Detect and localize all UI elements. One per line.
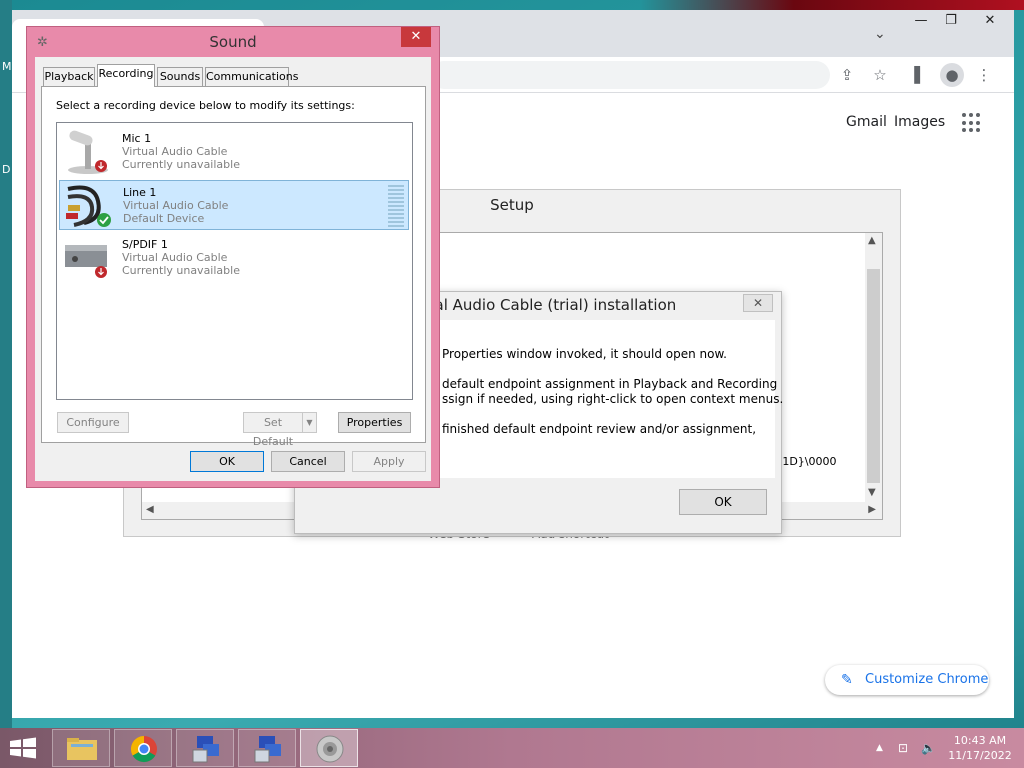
desktop-icon-label-d[interactable]: D [2, 163, 10, 176]
device-name: Line 1 [123, 186, 157, 199]
show-hidden-icons-icon[interactable]: ▲ [876, 743, 883, 753]
desktop-edge: M D [0, 0, 12, 728]
taskbar-setup-2[interactable] [238, 729, 296, 767]
taskbar: ▲ ⊡ 🔈 10:43 AM 11/17/2022 [0, 728, 1024, 768]
device-name: Mic 1 [122, 132, 152, 145]
line-in-cable-icon [66, 185, 111, 227]
windows-start-icon[interactable] [8, 737, 38, 759]
desktop-icon-label-m[interactable]: M [2, 60, 12, 73]
chevron-down-icon[interactable]: ▼ [302, 413, 316, 432]
vertical-scrollbar[interactable]: ▲ ▼ [865, 233, 882, 503]
customize-chrome-label: Customize Chrome [865, 672, 989, 687]
vac-ok-button[interactable]: OK [679, 489, 767, 515]
close-icon[interactable]: ✕ [743, 294, 773, 312]
share-icon[interactable]: ⇪ [835, 63, 859, 87]
bookmark-star-icon[interactable]: ☆ [868, 63, 892, 87]
vac-message-line: ssign if needed, using right-click to op… [442, 392, 784, 406]
pencil-icon: ✎ [841, 672, 853, 688]
properties-button[interactable]: Properties [338, 412, 411, 433]
set-default-label: Set Default [252, 416, 294, 448]
vac-dialog-title: ual Audio Cable (trial) installation [425, 296, 677, 314]
device-description: Virtual Audio Cable [123, 199, 229, 212]
vac-message-line: default endpoint assignment in Playback … [442, 377, 778, 391]
cancel-button[interactable]: Cancel [271, 451, 345, 472]
clock-date: 11/17/2022 [948, 749, 1012, 762]
recording-device-list[interactable]: Mic 1 Virtual Audio Cable Currently unav… [56, 122, 413, 400]
device-description: Virtual Audio Cable [122, 251, 228, 264]
microphone-icon [68, 130, 108, 174]
spdif-device-icon [65, 245, 107, 278]
sound-app-icon [316, 735, 344, 763]
recording-tab-panel: Select a recording device below to modif… [41, 86, 426, 448]
device-description: Virtual Audio Cable [122, 145, 228, 158]
file-explorer-icon [67, 738, 97, 760]
volume-icon[interactable]: 🔈 [921, 741, 936, 755]
ok-button[interactable]: OK [190, 451, 264, 472]
setup-app-icon [192, 736, 219, 763]
taskbar-sound[interactable] [300, 729, 358, 767]
sound-dialog-body: Playback Recording Sounds Communications… [35, 57, 431, 481]
configure-button[interactable]: Configure [57, 412, 129, 433]
device-status: Default Device [123, 212, 205, 225]
device-status: Currently unavailable [122, 264, 240, 277]
scroll-thumb[interactable] [867, 269, 880, 483]
set-default-button[interactable]: Set Default ▼ [243, 412, 317, 448]
close-icon[interactable]: ✕ [401, 27, 431, 47]
network-icon[interactable]: ⊡ [898, 741, 908, 755]
gmail-link[interactable]: Gmail [846, 114, 887, 130]
device-name: S/PDIF 1 [122, 238, 168, 251]
device-item-line-1[interactable]: Line 1 Virtual Audio Cable Default Devic… [59, 180, 409, 230]
tab-communications[interactable]: Communications [205, 67, 298, 86]
scroll-left-icon[interactable]: ◀ [146, 504, 154, 515]
minimize-icon[interactable]: — [904, 10, 938, 32]
scroll-down-icon[interactable]: ▼ [868, 487, 876, 498]
scroll-right-icon[interactable]: ▶ [868, 504, 876, 515]
taskbar-setup[interactable] [176, 729, 234, 767]
images-link[interactable]: Images [894, 114, 945, 130]
clock-time: 10:43 AM [953, 734, 1007, 747]
setup-log-text: F1D}\0000 [776, 455, 837, 468]
tab-recording[interactable]: Recording [97, 64, 155, 87]
customize-chrome-button[interactable]: ✎ Customize Chrome [825, 665, 989, 695]
address-bar[interactable] [430, 61, 830, 89]
chrome-icon [130, 735, 157, 763]
setup-app-icon-2 [254, 736, 281, 763]
vac-message-line: Properties window invoked, it should ope… [442, 347, 727, 361]
device-status: Currently unavailable [122, 158, 240, 171]
tab-search-icon[interactable]: ⌄ [874, 26, 886, 42]
maximize-icon[interactable]: ❐ [934, 10, 968, 32]
sound-dialog: ✲ Sound ✕ Playback Recording Sounds Comm… [26, 26, 440, 488]
system-clock[interactable]: 10:43 AM 11/17/2022 [946, 733, 1014, 763]
vac-message-line: finished default endpoint review and/or … [442, 422, 757, 436]
apply-button[interactable]: Apply [352, 451, 426, 472]
desktop-wallpaper-accent [640, 0, 1024, 10]
close-icon[interactable]: ✕ [967, 10, 1013, 32]
scroll-up-icon[interactable]: ▲ [868, 235, 876, 246]
side-panel-icon[interactable]: ▌ [908, 63, 932, 87]
sound-dialog-title: Sound [209, 33, 257, 51]
taskbar-chrome[interactable] [114, 729, 172, 767]
device-item-spdif-1[interactable]: S/PDIF 1 Virtual Audio Cable Currently u… [59, 233, 409, 283]
level-meter [388, 185, 404, 227]
tab-playback[interactable]: Playback [43, 67, 95, 86]
taskbar-file-explorer[interactable] [52, 729, 110, 767]
device-item-mic-1[interactable]: Mic 1 Virtual Audio Cable Currently unav… [59, 127, 409, 177]
profile-avatar-icon[interactable]: ● [940, 63, 964, 87]
menu-kebab-icon[interactable]: ⋮ [972, 63, 996, 87]
tab-sounds[interactable]: Sounds [157, 67, 203, 86]
google-apps-icon[interactable] [962, 113, 982, 133]
instruction-text: Select a recording device below to modif… [56, 99, 355, 112]
